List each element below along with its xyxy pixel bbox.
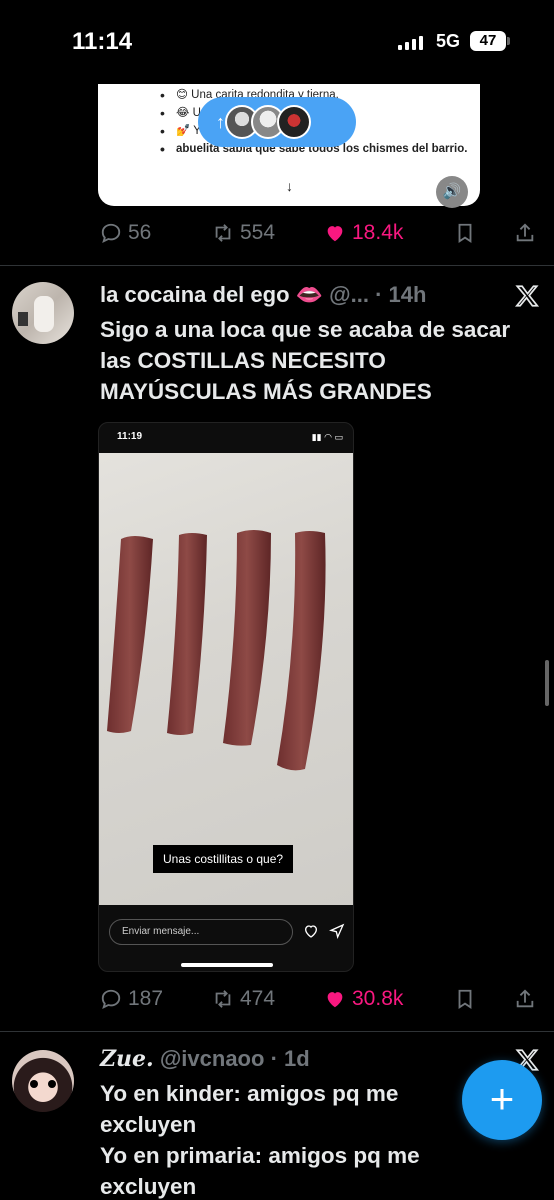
avatar-detail bbox=[18, 312, 28, 326]
like-button[interactable]: 18.4k bbox=[324, 221, 403, 245]
arrow-up-icon: ↑ bbox=[216, 111, 225, 132]
avatar[interactable] bbox=[12, 282, 74, 344]
author-handle[interactable]: @... bbox=[329, 282, 369, 307]
arrow-down-icon: ↓ bbox=[286, 178, 293, 194]
bookmark-button[interactable] bbox=[454, 988, 476, 1010]
avatar-figure bbox=[34, 296, 54, 332]
reply-icon bbox=[101, 989, 121, 1009]
post-header: 𝒁𝒖𝒆. @ivcnaoo · 1d bbox=[100, 1046, 310, 1072]
post-text: Sigo a una loca que se acaba de sacar la… bbox=[100, 317, 511, 404]
scrollbar[interactable] bbox=[545, 660, 549, 706]
media-status-time: 11:19 bbox=[117, 431, 143, 442]
avatar[interactable] bbox=[12, 1050, 74, 1112]
reply-button[interactable]: 56 bbox=[100, 221, 151, 245]
volume-icon[interactable]: 🔊 bbox=[436, 176, 468, 208]
status-bar: 11:14 5G 47 bbox=[0, 0, 554, 84]
network-type: 5G bbox=[436, 31, 461, 51]
heart-icon bbox=[327, 992, 343, 1008]
ribs-illustration bbox=[107, 530, 326, 771]
repost-button[interactable]: 554 bbox=[212, 221, 275, 245]
post-header: la cocaina del ego 👄 @... · 14h bbox=[100, 282, 426, 308]
share-icon bbox=[516, 223, 534, 242]
plus-icon: + bbox=[489, 1075, 515, 1122]
post-actions: 56 554 18.4k bbox=[100, 218, 540, 248]
post-time[interactable]: · 14h bbox=[375, 282, 426, 307]
pill-avatar bbox=[277, 105, 311, 139]
author-name[interactable]: 𝒁𝒖𝒆. bbox=[100, 1046, 154, 1072]
reply-count: 56 bbox=[128, 221, 152, 244]
like-count: 18.4k bbox=[352, 221, 404, 244]
repost-count: 554 bbox=[240, 221, 276, 244]
repost-icon bbox=[215, 990, 231, 1008]
share-button[interactable] bbox=[514, 222, 536, 244]
media-photo: Unas costillitas o que? bbox=[99, 453, 353, 905]
divider bbox=[0, 1031, 554, 1032]
repost-button[interactable]: 474 bbox=[212, 987, 275, 1011]
reply-count: 187 bbox=[128, 987, 164, 1010]
bookmark-button[interactable] bbox=[454, 222, 476, 244]
post-time[interactable]: · 1d bbox=[271, 1046, 310, 1071]
story-caption: Unas costillitas o que? bbox=[153, 845, 294, 873]
share-icon bbox=[516, 989, 534, 1008]
like-count: 30.8k bbox=[352, 987, 404, 1010]
bookmark-icon bbox=[458, 223, 472, 243]
repost-icon bbox=[215, 224, 231, 242]
signal-icon bbox=[398, 34, 423, 50]
author-name[interactable]: la cocaina del ego 👄 bbox=[100, 282, 323, 307]
post-media[interactable]: 11:19 ▮▮ ◠ ▭ Unas costillitas o que? Env… bbox=[98, 422, 354, 972]
post-text: Yo en kinder: amigos pq me excluyen Yo e… bbox=[100, 1081, 420, 1199]
avatar-eye bbox=[30, 1080, 38, 1088]
bookmark-icon bbox=[458, 989, 472, 1009]
post-actions: 187 474 30.8k bbox=[100, 984, 540, 1014]
reply-button[interactable]: 187 bbox=[100, 987, 163, 1011]
home-indicator bbox=[181, 963, 273, 967]
battery-tip bbox=[507, 37, 510, 45]
x-logo-icon[interactable] bbox=[514, 283, 540, 309]
repost-count: 474 bbox=[240, 987, 276, 1010]
battery-icon: 47 bbox=[470, 31, 506, 51]
reply-icon bbox=[101, 223, 121, 243]
divider bbox=[0, 265, 554, 266]
share-button[interactable] bbox=[514, 988, 536, 1010]
send-icon[interactable] bbox=[329, 923, 345, 939]
heart-outline-icon[interactable] bbox=[303, 923, 319, 939]
like-button[interactable]: 30.8k bbox=[324, 987, 403, 1011]
status-time: 11:14 bbox=[72, 28, 133, 55]
compose-button[interactable]: + bbox=[462, 1060, 542, 1140]
author-handle[interactable]: @ivcnaoo bbox=[160, 1046, 265, 1071]
heart-icon bbox=[327, 226, 343, 242]
new-posts-pill[interactable]: ↑ bbox=[198, 97, 356, 147]
avatar-eye bbox=[48, 1080, 56, 1088]
media-status-icons: ▮▮ ◠ ▭ bbox=[311, 432, 343, 442]
message-input[interactable]: Enviar mensaje... bbox=[109, 919, 293, 945]
